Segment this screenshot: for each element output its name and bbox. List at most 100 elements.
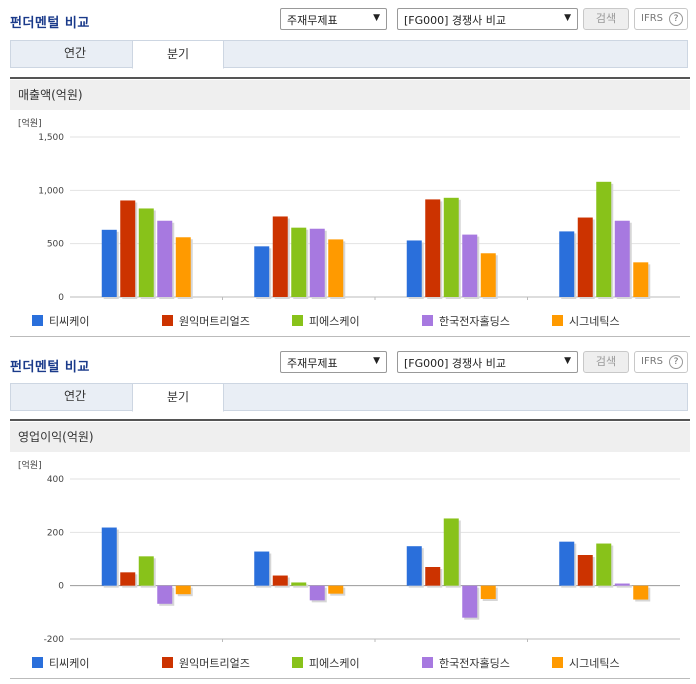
bar xyxy=(596,543,612,586)
legend-swatch xyxy=(162,657,173,668)
y-tick-label: 0 xyxy=(58,582,64,592)
legend-swatch xyxy=(32,315,43,326)
legend-label: 티씨케이 xyxy=(49,315,90,328)
y-axis-unit-label: [억원] xyxy=(18,459,42,471)
page-title: 펀더멘털 비교 xyxy=(10,16,90,31)
legend-label: 시그네틱스 xyxy=(569,315,620,328)
y-tick-label: 400 xyxy=(47,475,64,485)
bar xyxy=(614,583,630,586)
legend-item[interactable]: 원익머트리얼즈 xyxy=(162,655,250,671)
peer-group-select[interactable]: [FG000] 경쟁사 비교 ▼ xyxy=(397,351,578,373)
y-axis-unit-label: [억원] xyxy=(18,117,42,129)
chevron-down-icon: ▼ xyxy=(564,13,571,23)
legend-swatch xyxy=(422,315,433,326)
legend-label: 피에스케이 xyxy=(309,657,360,670)
bar xyxy=(577,217,593,297)
statement-type-value: 주재무제표 xyxy=(287,14,338,27)
ifrs-help-button[interactable]: IFRS ? xyxy=(634,351,688,373)
ifrs-label: IFRS xyxy=(641,13,663,24)
legend-label: 티씨케이 xyxy=(49,657,90,670)
legend-item[interactable]: 원익머트리얼즈 xyxy=(162,313,250,329)
bar xyxy=(577,555,593,586)
statement-type-select[interactable]: 주재무제표 ▼ xyxy=(280,8,387,30)
bar xyxy=(614,220,630,297)
chevron-down-icon: ▼ xyxy=(373,13,380,23)
chart-legend: 티씨케이 원익머트리얼즈 피에스케이 한국전자홀딩스 시그네틱스 xyxy=(10,313,690,331)
statement-type-select[interactable]: 주재무제표 ▼ xyxy=(280,351,387,373)
ifrs-help-button[interactable]: IFRS ? xyxy=(634,8,688,30)
peer-group-value: [FG000] 경쟁사 비교 xyxy=(404,14,507,27)
peer-group-value: [FG000] 경쟁사 비교 xyxy=(404,357,507,370)
revenue-bar-chart: [억원]05001,0001,5002023/062023/092023/122… xyxy=(18,117,680,302)
legend-item[interactable]: 한국전자홀딩스 xyxy=(422,655,510,671)
legend-item[interactable]: 티씨케이 xyxy=(32,655,89,671)
chart-legend: 티씨케이 원익머트리얼즈 피에스케이 한국전자홀딩스 시그네틱스 xyxy=(10,655,690,673)
section-revenue: 펀더멘털 비교 주재무제표 ▼ [FG000] 경쟁사 비교 ▼ 검색 IFRS… xyxy=(0,0,696,340)
legend-item[interactable]: 시그네틱스 xyxy=(552,313,620,329)
ifrs-label: IFRS xyxy=(641,356,663,367)
bar xyxy=(175,585,191,595)
legend-item[interactable]: 티씨케이 xyxy=(32,313,89,329)
operating-profit-bar-chart: [억원]-20002004002023/062023/092023/122024… xyxy=(18,459,680,644)
bar xyxy=(328,239,344,297)
bar xyxy=(175,237,191,297)
tab-quarterly[interactable]: 분기 xyxy=(132,40,224,69)
bar xyxy=(328,585,344,594)
legend-swatch xyxy=(552,657,563,668)
bar xyxy=(425,567,441,586)
tab-annual[interactable]: 연간 xyxy=(29,40,121,69)
bar xyxy=(559,541,575,586)
chart-subheader: 영업이익(억원) xyxy=(10,422,690,452)
bar xyxy=(101,229,117,297)
tab-annual[interactable]: 연간 xyxy=(29,383,121,412)
bar xyxy=(633,585,649,600)
legend-item[interactable]: 피에스케이 xyxy=(292,313,360,329)
bar xyxy=(443,197,459,297)
bar xyxy=(559,231,575,297)
legend-swatch xyxy=(552,315,563,326)
bar xyxy=(480,253,496,297)
legend-label: 시그네틱스 xyxy=(569,657,620,670)
legend-swatch xyxy=(292,315,303,326)
y-tick-label: -200 xyxy=(44,635,65,644)
tab-quarterly[interactable]: 분기 xyxy=(132,383,224,412)
help-icon: ? xyxy=(669,12,683,26)
bar xyxy=(462,585,478,618)
y-tick-label: 1,500 xyxy=(38,133,64,143)
legend-label: 한국전자홀딩스 xyxy=(439,657,510,670)
peer-group-select[interactable]: [FG000] 경쟁사 비교 ▼ xyxy=(397,8,578,30)
page-title: 펀더멘털 비교 xyxy=(10,360,90,375)
bar xyxy=(254,246,270,297)
divider xyxy=(10,336,690,337)
bar xyxy=(406,546,422,586)
search-button[interactable]: 검색 xyxy=(583,8,629,30)
bar xyxy=(291,582,307,586)
chevron-down-icon: ▼ xyxy=(373,356,380,366)
legend-item[interactable]: 한국전자홀딩스 xyxy=(422,313,510,329)
bar xyxy=(406,240,422,297)
legend-item[interactable]: 피에스케이 xyxy=(292,655,360,671)
bar-shadow xyxy=(616,585,632,588)
divider xyxy=(10,419,690,421)
section-operating-profit: 펀더멘털 비교 주재무제표 ▼ [FG000] 경쟁사 비교 ▼ 검색 IFRS… xyxy=(0,342,696,684)
y-tick-label: 1,000 xyxy=(38,186,64,196)
chevron-down-icon: ▼ xyxy=(564,356,571,366)
period-tabs: 연간 분기 xyxy=(10,383,688,412)
bar xyxy=(254,551,270,586)
bar xyxy=(120,200,136,297)
bar xyxy=(157,585,173,604)
divider xyxy=(10,77,690,79)
bar xyxy=(480,585,496,599)
period-tabs: 연간 분기 xyxy=(10,40,688,69)
bar xyxy=(309,228,325,297)
bar xyxy=(596,181,612,297)
bar xyxy=(633,262,649,297)
bar xyxy=(101,527,117,586)
y-tick-label: 500 xyxy=(47,240,64,250)
bar xyxy=(272,216,288,297)
search-button[interactable]: 검색 xyxy=(583,351,629,373)
legend-label: 한국전자홀딩스 xyxy=(439,315,510,328)
legend-item[interactable]: 시그네틱스 xyxy=(552,655,620,671)
divider xyxy=(10,678,690,679)
chart-subheader: 매출액(억원) xyxy=(10,80,690,110)
